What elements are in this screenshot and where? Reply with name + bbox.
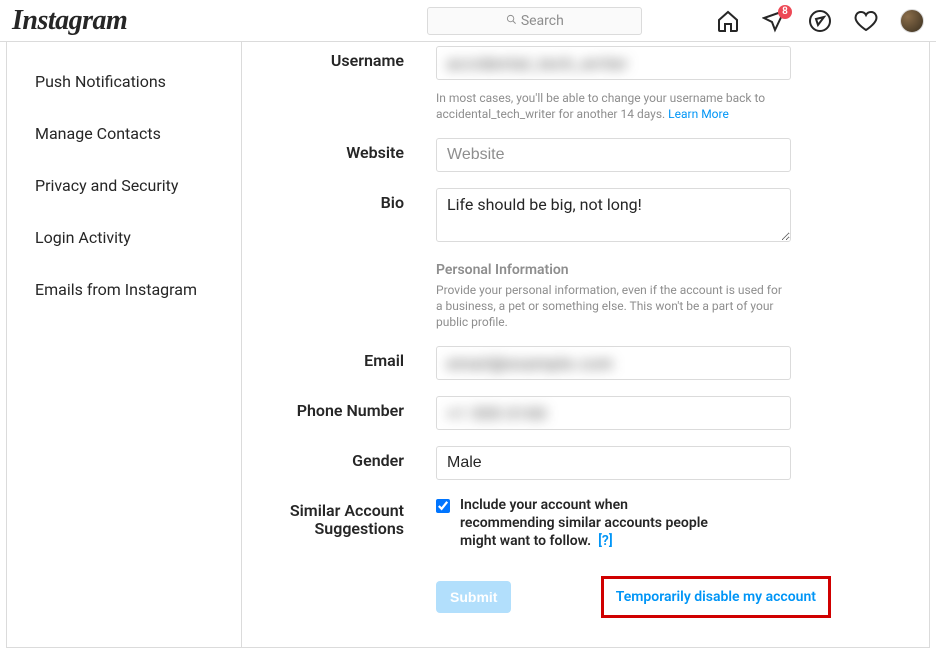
explore-icon[interactable] [808, 9, 832, 33]
similar-checkbox[interactable] [436, 499, 450, 513]
similar-checkbox-label: Include your account when recommending s… [460, 496, 710, 550]
activity-icon[interactable] [854, 9, 878, 33]
home-icon[interactable] [716, 9, 740, 33]
logo[interactable]: Instagram [12, 5, 127, 37]
sidebar-item-emails[interactable]: Emails from Instagram [7, 264, 241, 316]
avatar[interactable] [900, 9, 924, 33]
personal-info-desc: Provide your personal information, even … [436, 282, 791, 330]
username-help: In most cases, you'll be able to change … [436, 90, 791, 122]
bio-textarea[interactable] [436, 188, 791, 242]
similar-label: Similar Account Suggestions [242, 496, 436, 538]
main-layout: Push Notifications Manage Contacts Priva… [0, 42, 936, 648]
sidebar-item-manage-contacts[interactable]: Manage Contacts [7, 108, 241, 160]
website-input[interactable] [436, 138, 791, 172]
form-actions: Submit Temporarily disable my account [436, 576, 831, 618]
top-nav: Instagram Search 8 [0, 0, 936, 42]
username-input[interactable]: accidental_tech_writer [436, 46, 791, 80]
disable-account-link[interactable]: Temporarily disable my account [601, 576, 831, 618]
email-input[interactable]: email@example.com [436, 346, 791, 380]
messages-icon[interactable]: 8 [762, 9, 786, 33]
search-icon [506, 14, 517, 28]
email-label: Email [242, 346, 436, 370]
submit-button[interactable]: Submit [436, 581, 511, 613]
topbar-icons: 8 [716, 9, 924, 33]
username-label: Username [242, 46, 436, 70]
learn-more-link[interactable]: Learn More [668, 107, 729, 121]
settings-sidebar: Push Notifications Manage Contacts Priva… [6, 42, 242, 648]
sidebar-item-privacy-security[interactable]: Privacy and Security [7, 160, 241, 212]
phone-input[interactable]: +1 555 0100 [436, 396, 791, 430]
sidebar-item-login-activity[interactable]: Login Activity [7, 212, 241, 264]
edit-profile-form: Username accidental_tech_writer In most … [242, 42, 930, 648]
personal-info-title: Personal Information [436, 262, 791, 278]
search-placeholder: Search [521, 13, 564, 29]
bio-label: Bio [242, 188, 436, 212]
sidebar-item-push-notifications[interactable]: Push Notifications [7, 56, 241, 108]
gender-input[interactable] [436, 446, 791, 480]
search-input[interactable]: Search [427, 7, 642, 35]
website-label: Website [242, 138, 436, 162]
gender-label: Gender [242, 446, 436, 470]
phone-label: Phone Number [242, 396, 436, 420]
notification-badge: 8 [778, 5, 792, 19]
similar-help-link[interactable]: [?] [598, 533, 613, 549]
personal-info-section: Personal Information Provide your person… [436, 262, 791, 330]
